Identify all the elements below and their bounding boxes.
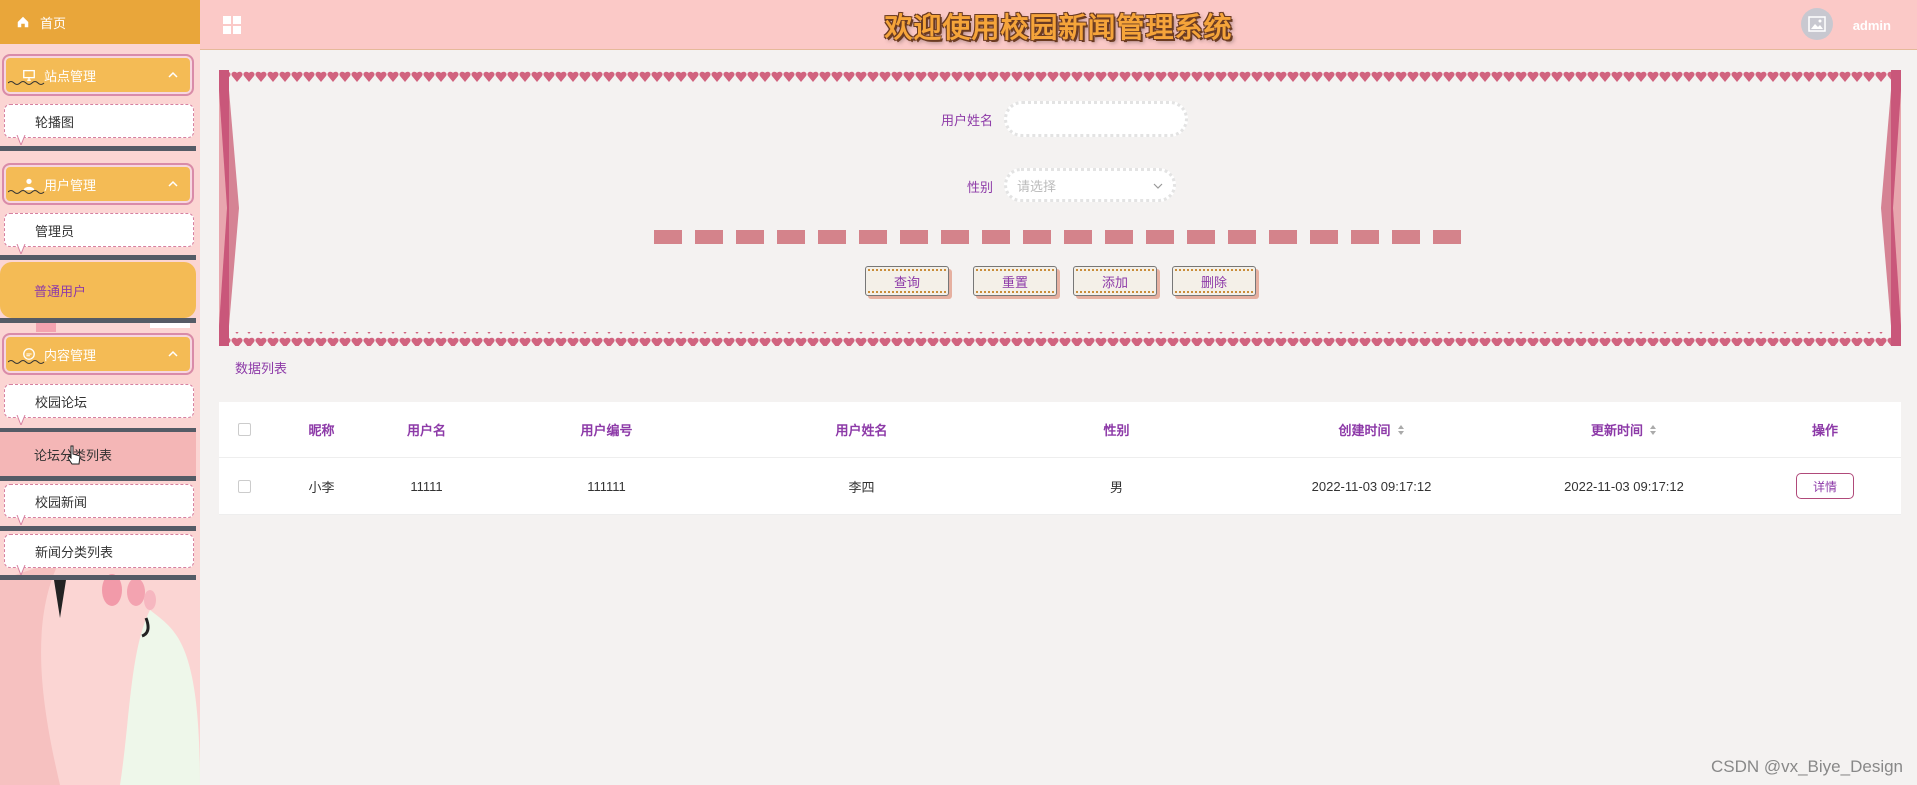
- sidebar-item-normal-users[interactable]: 普通用户: [0, 262, 196, 318]
- sidebar-home-label: 首页: [40, 15, 67, 31]
- col-updated-label: 更新时间: [1590, 423, 1643, 438]
- col-real-name: 用户姓名: [835, 423, 888, 438]
- dashed-divider: [654, 230, 1461, 244]
- chevron-down-icon: [1153, 183, 1163, 189]
- col-action: 操作: [1811, 423, 1838, 438]
- cell-updated: 2022-11-03 09:17:12: [1564, 478, 1684, 494]
- cell-username: 11111: [410, 478, 443, 494]
- cell-user-no: 111111: [587, 478, 626, 494]
- reset-button[interactable]: 重置: [973, 266, 1057, 296]
- cell-gender: 男: [1109, 479, 1123, 495]
- gender-select[interactable]: 请选择: [1004, 168, 1176, 202]
- sidebar-item-label: 普通用户: [34, 283, 87, 299]
- row-select-cell: [219, 458, 269, 514]
- query-button[interactable]: 查询: [865, 266, 949, 296]
- sidebar-item-carousel[interactable]: 轮播图: [4, 104, 194, 145]
- squiggle-decoration: [8, 360, 45, 364]
- mouse-cursor-icon: [67, 445, 81, 465]
- sidebar-home[interactable]: 首页: [0, 0, 200, 44]
- avatar[interactable]: [1801, 8, 1833, 40]
- data-table: 昵称 用户名 用户编号 用户姓名 性别 创建时间 更新时间 操作 小李 1111…: [219, 402, 1901, 515]
- col-created[interactable]: 创建时间: [1244, 402, 1499, 457]
- row-checkbox[interactable]: [237, 479, 251, 493]
- sidebar-group-label: 用户管理: [44, 177, 97, 193]
- chevron-up-icon: [168, 71, 178, 78]
- squiggle-decoration: [8, 81, 45, 85]
- select-all-cell: [219, 402, 269, 457]
- table-row[interactable]: 小李 11111 111111 李四 男 2022-11-03 09:17:12…: [219, 458, 1901, 515]
- sidebar-item-forum[interactable]: 校园论坛: [4, 384, 194, 425]
- sidebar-item-label: 校园论坛: [35, 394, 88, 410]
- sidebar-group-site[interactable]: 站点管理: [2, 54, 194, 96]
- select-all-checkbox[interactable]: [237, 423, 251, 436]
- gender-select-placeholder: 请选择: [1017, 178, 1057, 194]
- sidebar-item-admins[interactable]: 管理员: [4, 213, 194, 254]
- speech-tail-decoration: [16, 415, 26, 425]
- sidebar-item-news[interactable]: 校园新闻: [4, 484, 194, 525]
- table-header-row: 昵称 用户名 用户编号 用户姓名 性别 创建时间 更新时间 操作: [219, 402, 1901, 458]
- sidebar: 首页 站点管理 轮播图 用户管理 管理员 普通用户 内容管理 校园论坛 校园新闻…: [0, 0, 200, 785]
- squiggle-decoration: [8, 190, 45, 194]
- top-bar: 欢迎使用校园新闻管理系统 admin: [200, 0, 1917, 50]
- add-button[interactable]: 添加: [1073, 266, 1157, 296]
- sidebar-group-content[interactable]: 内容管理: [2, 333, 194, 375]
- sort-icon[interactable]: [1397, 424, 1405, 436]
- home-icon: [17, 16, 29, 28]
- page-title: 欢迎使用校园新闻管理系统: [884, 12, 1233, 43]
- speech-tail-decoration: [16, 565, 26, 575]
- chevron-up-icon: [168, 180, 178, 187]
- divider: [0, 526, 196, 531]
- name-label: 用户姓名: [940, 113, 993, 128]
- sort-icon[interactable]: [1649, 424, 1657, 436]
- list-title: 数据列表: [235, 361, 288, 376]
- sidebar-item-label: 新闻分类列表: [35, 544, 114, 560]
- delete-button[interactable]: 删除: [1172, 266, 1256, 296]
- add-button-label: 添加: [1101, 274, 1128, 290]
- col-user-no: 用户编号: [580, 423, 633, 438]
- sidebar-group-label: 站点管理: [44, 68, 97, 84]
- col-updated[interactable]: 更新时间: [1499, 402, 1749, 457]
- cell-nickname: 小李: [308, 479, 335, 495]
- divider: [0, 146, 196, 151]
- sidebar-group-users[interactable]: 用户管理: [2, 163, 194, 205]
- col-created-label: 创建时间: [1338, 423, 1391, 438]
- image-icon: [1808, 16, 1826, 32]
- detail-button[interactable]: 详情: [1796, 473, 1854, 499]
- divider: [0, 575, 196, 580]
- sidebar-item-label: 校园新闻: [35, 494, 88, 510]
- chevron-up-icon: [168, 350, 178, 357]
- speech-tail-decoration: [16, 244, 26, 254]
- divider: [0, 476, 196, 481]
- sidebar-group-label: 内容管理: [44, 347, 97, 363]
- cell-created: 2022-11-03 09:17:12: [1311, 478, 1432, 494]
- divider: [0, 255, 196, 260]
- col-username: 用户名: [406, 423, 446, 438]
- divider: [0, 318, 196, 323]
- watermark: CSDN @vx_Biye_Design: [1710, 757, 1903, 776]
- sidebar-item-news-categories[interactable]: 新闻分类列表: [4, 534, 194, 575]
- col-gender: 性别: [1103, 423, 1130, 438]
- cell-real-name: 李四: [848, 479, 875, 495]
- speech-tail-decoration: [16, 515, 26, 525]
- sidebar-item-label: 轮播图: [35, 114, 75, 130]
- sidebar-item-forum-categories[interactable]: 论坛分类列表: [0, 432, 196, 476]
- username[interactable]: admin: [1853, 18, 1891, 33]
- reset-button-label: 重置: [1001, 274, 1028, 290]
- gender-label: 性别: [966, 180, 993, 195]
- col-nickname: 昵称: [308, 423, 335, 438]
- name-input[interactable]: [1004, 101, 1188, 137]
- sidebar-item-label: 管理员: [35, 223, 75, 239]
- cell-action: 详情: [1749, 458, 1901, 514]
- query-button-label: 查询: [893, 274, 920, 290]
- delete-button-label: 删除: [1200, 274, 1227, 290]
- speech-tail-decoration: [16, 135, 26, 145]
